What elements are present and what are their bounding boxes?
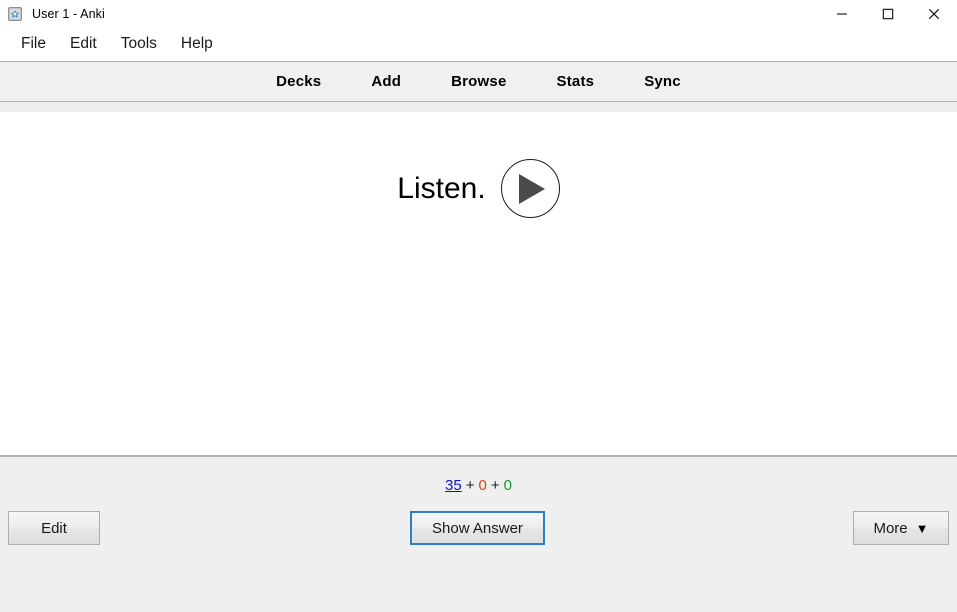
- toolbar-link-sync[interactable]: Sync: [644, 73, 681, 90]
- toolbar-underbar: [0, 102, 957, 112]
- menu-item-file[interactable]: File: [9, 33, 58, 56]
- count-separator-1: +: [465, 477, 475, 494]
- anki-main-window: User 1 - Anki File Edit Tools Help Decks…: [0, 0, 957, 612]
- toolbar-link-add[interactable]: Add: [371, 73, 401, 90]
- count-separator-2: +: [490, 477, 500, 494]
- play-icon: [519, 173, 546, 204]
- toolbar-link-browse[interactable]: Browse: [451, 73, 506, 90]
- window-controls: [819, 0, 957, 28]
- toolbar-link-stats[interactable]: Stats: [557, 73, 595, 90]
- edit-button[interactable]: Edit: [8, 511, 100, 545]
- question-text: Listen.: [397, 171, 486, 205]
- menu-item-tools[interactable]: Tools: [109, 33, 169, 56]
- minimize-button[interactable]: [819, 0, 865, 28]
- menu-bar: File Edit Tools Help: [0, 28, 957, 61]
- menu-item-edit[interactable]: Edit: [58, 33, 109, 56]
- close-button[interactable]: [911, 0, 957, 28]
- more-button-label: More: [873, 519, 908, 537]
- count-learning[interactable]: 0: [479, 477, 487, 494]
- title-bar: User 1 - Anki: [0, 0, 957, 28]
- main-toolbar: Decks Add Browse Stats Sync: [0, 61, 957, 102]
- window-title: User 1 - Anki: [32, 7, 105, 21]
- bottom-bar: 35 +0 +0 Edit Show Answer More ▼: [0, 455, 957, 612]
- due-counts: 35 +0 +0: [0, 477, 957, 494]
- question-row: Listen.: [0, 159, 957, 218]
- play-audio-button[interactable]: [500, 159, 560, 218]
- maximize-button[interactable]: [865, 0, 911, 28]
- show-answer-button-label: Show Answer: [432, 519, 523, 537]
- show-answer-button[interactable]: Show Answer: [410, 511, 545, 545]
- count-new[interactable]: 35: [445, 477, 462, 494]
- edit-button-label: Edit: [41, 519, 67, 537]
- chevron-down-icon: ▼: [915, 520, 929, 536]
- more-button[interactable]: More ▼: [853, 511, 949, 545]
- toolbar-link-decks[interactable]: Decks: [276, 73, 321, 90]
- anki-icon: [7, 6, 23, 22]
- card-question-area: Listen.: [0, 112, 957, 455]
- count-review[interactable]: 0: [504, 477, 512, 494]
- menu-item-help[interactable]: Help: [169, 33, 225, 56]
